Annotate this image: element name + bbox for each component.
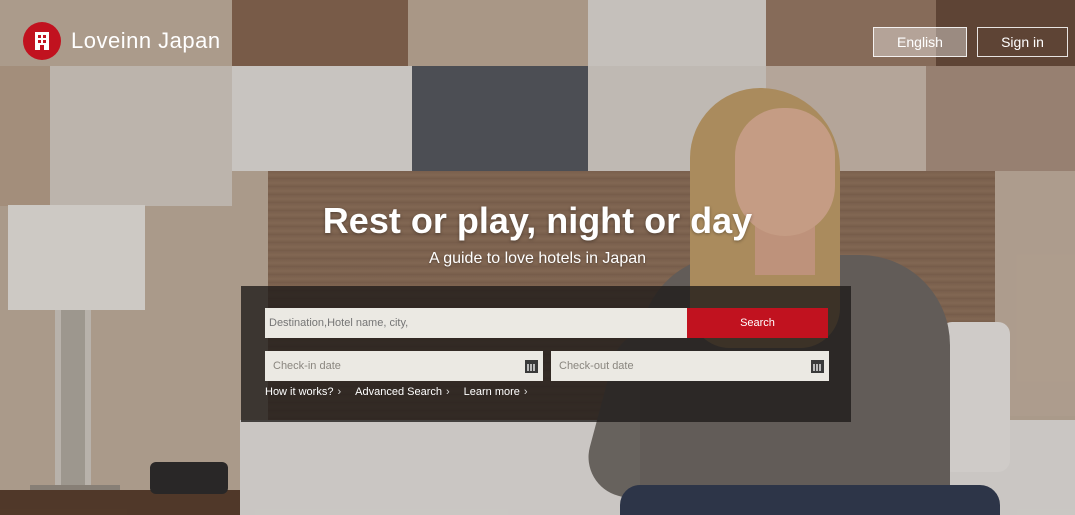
hero-tagline: A guide to love hotels in Japan	[428, 250, 647, 267]
checkout-date-field[interactable]: Check-out date	[551, 351, 829, 381]
search-links: How it works? › Advanced Search › Learn mo…	[265, 386, 542, 398]
advanced-search-link[interactable]: Advanced Search ›	[355, 386, 450, 398]
sign-in-button[interactable]: Sign in	[977, 27, 1068, 57]
calendar-icon[interactable]	[525, 359, 538, 373]
language-button[interactable]: English	[873, 27, 967, 57]
brand-logo[interactable]: Loveinn Japan	[23, 22, 221, 60]
chevron-right-icon: ›	[337, 386, 342, 398]
chevron-right-icon: ›	[523, 386, 528, 398]
chevron-right-icon: ›	[445, 386, 450, 398]
checkin-date-field[interactable]: Check-in date	[265, 351, 543, 381]
checkin-placeholder: Check-in date	[273, 360, 341, 372]
learn-more-link[interactable]: Learn more ›	[464, 386, 528, 398]
brand-name: Loveinn Japan	[71, 28, 221, 53]
destination-search-input[interactable]	[265, 308, 687, 338]
checkout-placeholder: Check-out date	[559, 360, 634, 372]
search-panel: Search Check-in date Check-out date How …	[241, 286, 851, 422]
search-button[interactable]: Search	[687, 308, 828, 338]
hero-headline: Rest or play, night or day	[322, 200, 753, 241]
building-icon	[23, 22, 61, 60]
how-it-works-link[interactable]: How it works? ›	[265, 386, 341, 398]
calendar-icon[interactable]	[811, 359, 824, 373]
